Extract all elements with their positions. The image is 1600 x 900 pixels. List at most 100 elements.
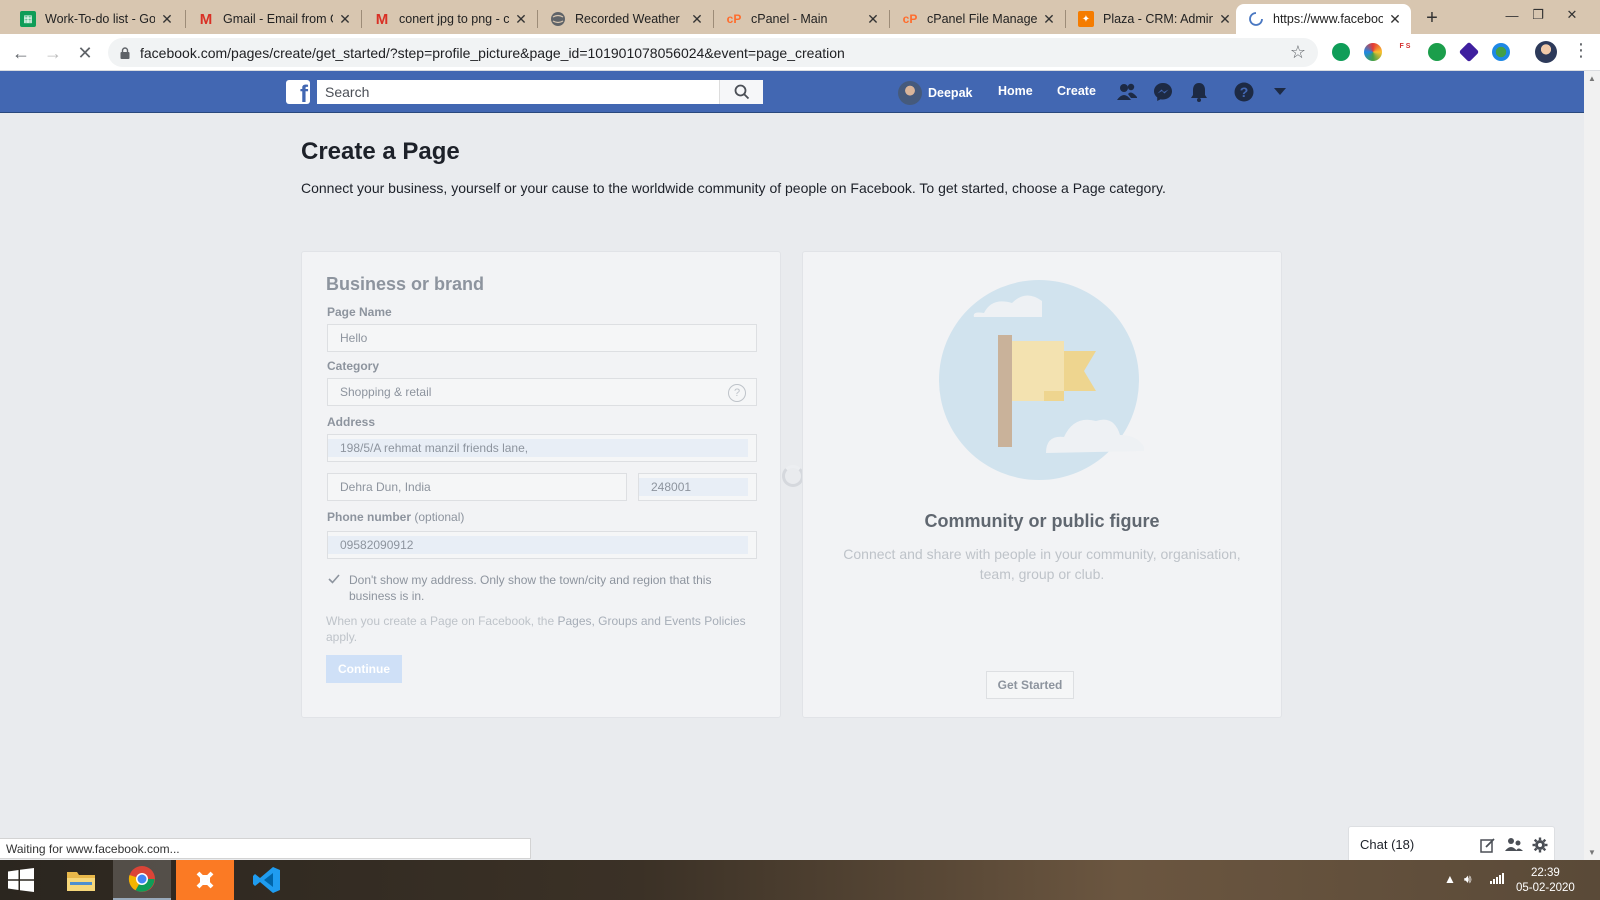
browser-tab[interactable]: Recorded Weather ✕ [538,4,713,34]
network-icon[interactable] [1490,872,1504,887]
windows-taskbar: ▲ 🔊︎ 22:39 05-02-2020 [0,860,1600,900]
policy-notice: When you create a Page on Facebook, the … [326,614,746,644]
close-icon[interactable]: ✕ [513,11,529,27]
search-input[interactable] [317,80,719,104]
windows-start-icon[interactable] [8,868,34,892]
browser-tab[interactable]: ✦ Plaza - CRM: Admin l ✕ [1066,4,1241,34]
tab-title: https://www.faceboo [1273,12,1383,26]
zip-code-field[interactable]: 248001 [638,473,757,501]
category-field[interactable]: Shopping & retail ? [327,378,757,406]
close-icon[interactable]: ✕ [689,11,705,27]
city-field[interactable]: Dehra Dun, India [327,473,627,501]
facebook-logo-icon[interactable]: f [286,80,310,104]
phone-number-field[interactable]: 09582090912 [327,531,757,559]
browser-tab-active[interactable]: https://www.faceboo ✕ [1236,4,1411,34]
clock-time: 22:39 [1531,867,1560,879]
flag-illustration [939,280,1144,480]
browser-tab[interactable]: M Gmail - Email from G ✕ [186,4,361,34]
tab-title: cPanel - Main [751,12,828,26]
tab-title: cPanel File Manager [927,12,1037,26]
get-started-button[interactable]: Get Started [986,671,1074,699]
page-subtitle: Connect your business, yourself or your … [301,180,1166,196]
browser-tab[interactable]: ▦ Work-To-do list - Go ✕ [8,4,183,34]
scroll-down-icon[interactable]: ▼ [1588,848,1596,857]
more-menu-icon[interactable]: ⋮ [1572,40,1590,61]
settings-gear-icon[interactable] [1531,836,1549,854]
bookmark-star-icon[interactable]: ☆ [1290,42,1306,63]
account-dropdown-icon[interactable] [1269,81,1291,103]
close-icon[interactable]: ✕ [337,11,353,27]
page-name-label: Page Name [327,305,392,319]
extension-icon[interactable] [1492,43,1510,61]
new-tab-button[interactable]: + [1420,6,1444,30]
flash-sale-extension-icon[interactable]: F S [1396,43,1414,61]
card-heading: Business or brand [326,274,485,294]
facebook-header: f Deepak Home Create ? [0,71,1584,113]
address-field[interactable]: 198/5/A rehmat manzil friends lane, [327,434,757,462]
globe-icon [550,11,566,27]
checkmark-icon[interactable] [327,572,341,586]
address-label: Address [327,415,376,429]
page-name-field[interactable]: Hello [327,324,757,352]
page-scrollbar[interactable]: ▲ ▼ [1584,71,1600,860]
tab-title: conert jpg to png - c [399,12,509,26]
cpanel-icon: cP [726,12,742,26]
close-icon[interactable]: ✕ [1217,11,1233,27]
card-description: Connect and share with people in your co… [843,546,1241,582]
close-icon[interactable]: ✕ [865,11,881,27]
tray-expand-icon[interactable]: ▲ [1444,872,1456,886]
extension-icon[interactable] [1428,43,1446,61]
cpanel-icon: cP [902,12,918,26]
close-icon[interactable]: ✕ [1387,11,1403,27]
volume-icon[interactable]: 🔊︎ [1464,872,1472,887]
nav-home[interactable]: Home [998,84,1033,98]
sheets-icon: ▦ [20,11,36,27]
help-icon[interactable]: ? [1233,81,1255,103]
notifications-bell-icon[interactable] [1188,81,1210,103]
help-question-icon[interactable]: ? [728,384,746,402]
back-arrow-icon[interactable]: ← [8,40,34,66]
clock-date: 05-02-2020 [1516,882,1575,894]
policies-link[interactable]: Pages, Groups and Events Policies [557,614,745,628]
gmail-icon: M [199,10,213,28]
tab-title: Recorded Weather [575,12,680,26]
loading-icon [1248,11,1264,27]
user-name: Deepak [928,86,973,100]
file-explorer-icon[interactable] [52,860,110,900]
address-bar[interactable]: facebook.com/pages/create/get_started/?s… [108,38,1318,67]
scroll-up-icon[interactable]: ▲ [1588,74,1596,83]
friend-requests-icon[interactable] [1116,81,1138,103]
profile-link[interactable]: Deepak [898,81,972,105]
chrome-icon[interactable] [113,860,171,900]
xampp-icon[interactable] [176,860,234,900]
search-icon[interactable] [719,80,763,104]
plaza-icon: ✦ [1078,11,1094,27]
vscode-icon[interactable] [238,860,296,900]
browser-status-bar: Waiting for www.facebook.com... [0,838,531,859]
close-icon[interactable]: ✕ [1041,11,1057,27]
lock-icon [120,46,130,59]
browser-tab[interactable]: M conert jpg to png - c ✕ [362,4,537,34]
system-clock[interactable]: 22:39 05-02-2020 [1516,866,1575,896]
chat-bar[interactable]: Chat (18) [1348,826,1555,862]
browser-tab[interactable]: cP cPanel - Main ✕ [714,4,889,34]
window-close-icon[interactable]: ✕ [1555,0,1589,30]
browser-tab-strip: ▦ Work-To-do list - Go ✕ M Gmail - Email… [0,0,1600,34]
extension-icon[interactable] [1458,41,1480,63]
business-or-brand-card: Business or brand Page Name Hello Catego… [301,251,781,718]
restore-icon[interactable]: ❐ [1521,0,1555,30]
profile-avatar[interactable] [1535,41,1557,63]
nav-create[interactable]: Create [1057,84,1096,98]
stop-loading-icon[interactable]: ✕ [72,40,98,66]
extension-icon[interactable] [1332,43,1350,61]
continue-button[interactable]: Continue [326,655,402,683]
card-heading: Community or public figure [924,511,1160,531]
browser-tab[interactable]: cP cPanel File Manager ✕ [890,4,1065,34]
close-icon[interactable]: ✕ [159,11,175,27]
compose-icon[interactable] [1479,836,1497,854]
forward-arrow-icon[interactable]: → [40,40,66,66]
browser-toolbar: ← → ✕ facebook.com/pages/create/get_star… [0,34,1600,71]
messenger-icon[interactable] [1152,81,1174,103]
group-chat-icon[interactable] [1505,836,1523,854]
extension-icon[interactable] [1364,43,1382,61]
